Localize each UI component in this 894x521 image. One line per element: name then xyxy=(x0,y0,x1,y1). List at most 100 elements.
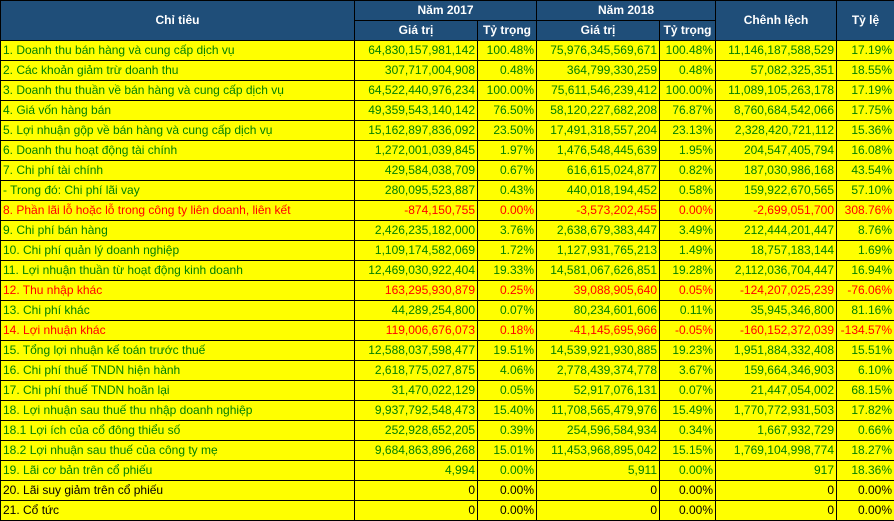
change-rate: 17.82% xyxy=(836,400,894,421)
table-row: 1. Doanh thu bán hàng và cung cấp dịch v… xyxy=(0,40,894,61)
value-2017: 15,162,897,836,092 xyxy=(354,120,478,141)
weight-2018: 19.23% xyxy=(659,340,717,361)
weight-2017: 3.76% xyxy=(476,220,538,241)
value-2017: 1,109,174,582,069 xyxy=(354,240,478,261)
difference: -124,207,025,239 xyxy=(715,280,838,301)
value-2018: 17,491,318,557,204 xyxy=(536,120,661,141)
value-2017: -874,150,755 xyxy=(354,200,478,221)
difference: 57,082,325,351 xyxy=(715,60,838,81)
row-label: 17. Chi phí thuế TNDN hoãn lại xyxy=(0,380,355,401)
difference: 2,328,420,721,112 xyxy=(715,120,838,141)
weight-2017: 4.06% xyxy=(476,360,538,381)
row-label: 13. Chi phí khác xyxy=(0,300,355,321)
weight-2017: 1.72% xyxy=(476,240,538,261)
change-rate: 17.75% xyxy=(836,100,894,121)
change-rate: 18.27% xyxy=(836,440,894,461)
change-rate: 0.00% xyxy=(836,480,894,501)
header-ty-le: Tỷ lệ xyxy=(836,0,894,41)
weight-2017: 19.51% xyxy=(476,340,538,361)
value-2018: 14,581,067,626,851 xyxy=(536,260,661,281)
header-ty-trong-2017: Tỷ trọng xyxy=(476,20,538,41)
value-2018: 1,127,931,765,213 xyxy=(536,240,661,261)
value-2017: 64,522,440,976,234 xyxy=(354,80,478,101)
change-rate: -76.06% xyxy=(836,280,894,301)
value-2017: 0 xyxy=(354,500,478,521)
table-row: 14. Lợi nhuận khác 119,006,676,073 0.18% -4… xyxy=(0,320,894,341)
difference: 204,547,405,794 xyxy=(715,140,838,161)
weight-2018: 0.48% xyxy=(659,60,717,81)
weight-2018: 3.67% xyxy=(659,360,717,381)
change-rate: 68.15% xyxy=(836,380,894,401)
value-2018: 75,611,546,239,412 xyxy=(536,80,661,101)
difference: 35,945,346,800 xyxy=(715,300,838,321)
weight-2017: 0.00% xyxy=(476,460,538,481)
value-2018: 2,638,679,383,447 xyxy=(536,220,661,241)
value-2018: 14,539,921,930,885 xyxy=(536,340,661,361)
weight-2017: 15.01% xyxy=(476,440,538,461)
weight-2017: 76.50% xyxy=(476,100,538,121)
weight-2018: 0.00% xyxy=(659,200,717,221)
table-row: 15. Tổng lợi nhuận kế toán trước thuế 12,… xyxy=(0,340,894,361)
difference: 187,030,986,168 xyxy=(715,160,838,181)
table-header: Chỉ tiêu Năm 2017 Năm 2018 Chênh lệch Tỷ… xyxy=(0,0,894,41)
weight-2017: 0.00% xyxy=(476,500,538,521)
header-gia-tri-2018: Giá trị xyxy=(536,20,661,41)
change-rate: 18.55% xyxy=(836,60,894,81)
value-2017: 429,584,038,709 xyxy=(354,160,478,181)
row-label: 8. Phần lãi lỗ hoặc lỗ trong công ty liê… xyxy=(0,200,355,221)
value-2017: 119,006,676,073 xyxy=(354,320,478,341)
weight-2017: 0.00% xyxy=(476,200,538,221)
weight-2017: 100.48% xyxy=(476,40,538,61)
value-2017: 163,295,930,879 xyxy=(354,280,478,301)
value-2017: 9,684,863,896,268 xyxy=(354,440,478,461)
change-rate: 81.16% xyxy=(836,300,894,321)
value-2017: 2,426,235,182,000 xyxy=(354,220,478,241)
weight-2018: 0.00% xyxy=(659,480,717,501)
weight-2017: 1.97% xyxy=(476,140,538,161)
row-label: 21. Cổ tức xyxy=(0,500,355,521)
change-rate: 57.10% xyxy=(836,180,894,201)
value-2018: 5,911 xyxy=(536,460,661,481)
value-2017: 12,588,037,598,477 xyxy=(354,340,478,361)
weight-2017: 100.00% xyxy=(476,80,538,101)
row-label: 10. Chi phí quản lý doanh nghiệp xyxy=(0,240,355,261)
weight-2018: 0.00% xyxy=(659,460,717,481)
weight-2018: 0.34% xyxy=(659,420,717,441)
value-2017: 4,994 xyxy=(354,460,478,481)
value-2018: 52,917,076,131 xyxy=(536,380,661,401)
header-year-2018: Năm 2018 xyxy=(536,0,717,21)
row-label: 14. Lợi nhuận khác xyxy=(0,320,355,341)
difference: 2,112,036,704,447 xyxy=(715,260,838,281)
value-2017: 9,937,792,548,473 xyxy=(354,400,478,421)
table-row: 17. Chi phí thuế TNDN hoãn lại 31,470,022… xyxy=(0,380,894,401)
difference: 18,757,183,144 xyxy=(715,240,838,261)
difference: 1,667,932,729 xyxy=(715,420,838,441)
header-year-2017: Năm 2017 xyxy=(353,0,538,21)
value-2018: -3,573,202,455 xyxy=(536,200,661,221)
change-rate: 43.54% xyxy=(836,160,894,181)
weight-2017: 0.18% xyxy=(476,320,538,341)
table-row: 10. Chi phí quản lý doanh nghiệp 1,109,17… xyxy=(0,240,894,261)
value-2017: 252,928,652,205 xyxy=(354,420,478,441)
row-label: 9. Chi phí bán hàng xyxy=(0,220,355,241)
weight-2017: 0.39% xyxy=(476,420,538,441)
change-rate: 8.76% xyxy=(836,220,894,241)
change-rate: 15.51% xyxy=(836,340,894,361)
value-2017: 2,618,775,027,875 xyxy=(354,360,478,381)
row-label: 19. Lãi cơ bản trên cổ phiếu xyxy=(0,460,355,481)
weight-2018: 76.87% xyxy=(659,100,717,121)
change-rate: 16.94% xyxy=(836,260,894,281)
table-row: 4. Giá vốn hàng bán 49,359,543,140,142 76.… xyxy=(0,100,894,121)
change-rate: 1.69% xyxy=(836,240,894,261)
weight-2018: 15.15% xyxy=(659,440,717,461)
change-rate: 17.19% xyxy=(836,80,894,101)
weight-2017: 0.67% xyxy=(476,160,538,181)
difference: 159,664,346,903 xyxy=(715,360,838,381)
table-row: 16. Chi phí thuế TNDN hiện hành 2,618,775… xyxy=(0,360,894,381)
row-label: 18.1 Lợi ích của cổ đông thiểu số xyxy=(0,420,355,441)
change-rate: 18.36% xyxy=(836,460,894,481)
header-gia-tri-2017: Giá trị xyxy=(354,20,478,41)
row-label: 4. Giá vốn hàng bán xyxy=(0,100,355,121)
weight-2018: 1.95% xyxy=(659,140,717,161)
weight-2018: 100.00% xyxy=(659,80,717,101)
